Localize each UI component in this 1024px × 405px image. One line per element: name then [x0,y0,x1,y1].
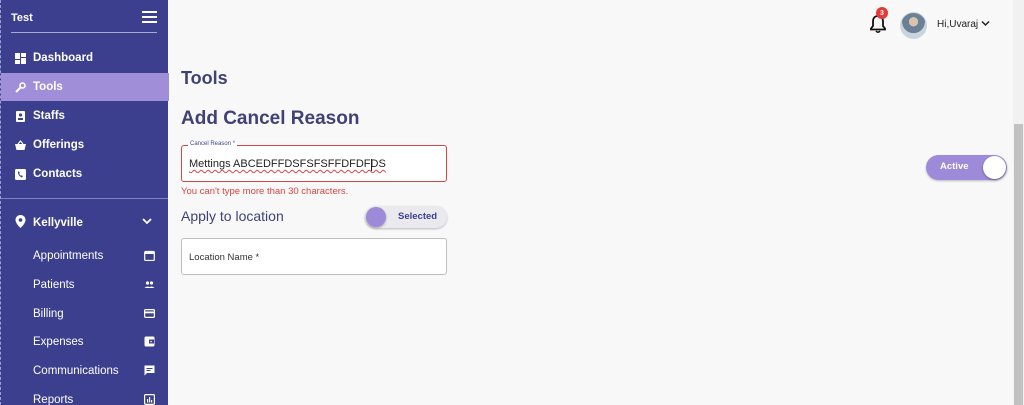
sidebar-divider [1,198,169,199]
chevron-down-icon[interactable] [981,20,990,27]
sidebar-item-label: Dashboard [33,52,94,64]
sidebar-item-label: Tools [33,81,63,93]
sidebar-title: Test [11,12,33,24]
sidebar-item-billing[interactable]: Billing [1,300,169,328]
scrollbar-thumb[interactable] [1014,124,1023,405]
sidebar-item-reports[interactable]: Reports [1,386,169,405]
apply-to-location-toggle[interactable]: Selected [365,206,447,228]
sidebar-item-staffs[interactable]: Staffs [1,102,169,130]
sidebar-item-tools[interactable]: Tools [1,73,169,101]
sidebar-item-appointments[interactable]: Appointments [1,242,169,270]
location-name-placeholder: Location Name * [189,252,260,263]
sidebar: Test Dashboard Tools Staffs Offerings Co… [0,0,169,405]
sidebar-item-label: Staffs [33,110,65,122]
dashboard-icon [15,52,26,64]
people-icon [144,281,155,288]
phone-icon [15,168,26,180]
status-toggle[interactable]: Active [926,155,1007,180]
sidebar-item-label: Patients [33,279,75,291]
location-name-field[interactable]: Location Name * [181,238,447,275]
chat-icon [144,365,155,376]
notification-badge: 3 [876,7,888,19]
sidebar-item-label: Contacts [33,168,83,180]
sidebar-item-label: Appointments [33,250,104,262]
page-title: Tools [181,68,228,88]
location-pin-icon [15,215,26,228]
toggle-knob [983,156,1006,179]
section-title: Add Cancel Reason [181,108,360,129]
sidebar-item-dashboard[interactable]: Dashboard [1,44,169,72]
avatar[interactable] [900,12,927,39]
cancel-reason-label: Cancel Reason * [188,141,238,147]
calendar-icon [144,250,155,261]
sidebar-item-contacts[interactable]: Contacts [1,160,169,188]
sidebar-item-label: Communications [33,365,119,377]
toggle-label: Selected [398,211,438,222]
sidebar-item-label: Expenses [33,336,84,348]
wrench-icon [15,81,26,93]
chevron-down-icon [142,218,152,225]
sidebar-item-label: Billing [33,308,64,320]
location-name: Kellyville [33,217,83,229]
toggle-knob [366,207,386,227]
sidebar-item-patients[interactable]: Patients [1,271,169,299]
toggle-label: Active [940,161,969,172]
sidebar-item-offerings[interactable]: Offerings [1,131,169,159]
sidebar-item-communications[interactable]: Communications [1,357,169,385]
sidebar-item-label: Reports [33,394,74,405]
credit-card-icon [144,309,155,318]
wallet-icon [144,336,155,347]
user-greeting[interactable]: Hi,Uvaraj [937,19,978,30]
cancel-reason-input[interactable]: Mettings ABCEDFFDSFSFSFFDFDFDS [189,158,386,170]
sidebar-header: Test [11,11,157,33]
sidebar-item-label: Offerings [33,139,85,151]
text-caret [371,159,372,171]
cancel-reason-field[interactable]: Cancel Reason * Mettings ABCEDFFDSFSFSFF… [181,141,447,182]
vertical-scrollbar[interactable] [1013,0,1024,405]
location-selector[interactable]: Kellyville [1,210,169,236]
menu-icon[interactable] [142,11,157,23]
sidebar-item-expenses[interactable]: Expenses [1,328,169,356]
cancel-reason-error: You can't type more than 30 characters. [181,186,349,197]
badge-icon [15,110,26,122]
apply-to-location-label: Apply to location [181,208,284,224]
basket-icon [15,139,26,151]
report-icon [144,394,155,405]
cancel-reason-value: Mettings ABCEDFFDSFSFSFFDFDFDS [189,158,386,170]
